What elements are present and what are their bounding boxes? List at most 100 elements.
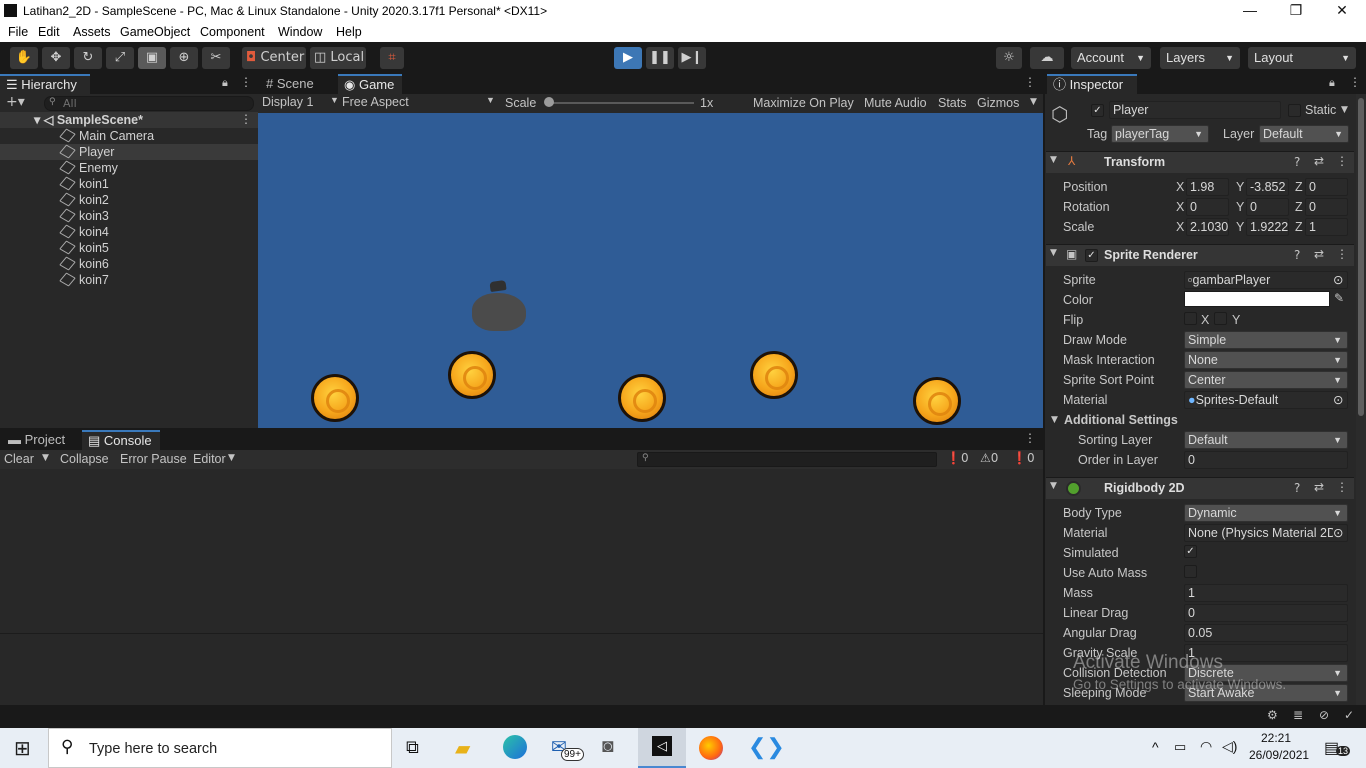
tab-console[interactable]: ▤ Console <box>82 430 160 450</box>
additional-settings-label[interactable]: Additional Settings <box>1064 413 1178 427</box>
static-checkbox[interactable] <box>1288 104 1301 117</box>
display-dropdown[interactable]: Display 1 ▼ <box>262 95 340 112</box>
hierarchy-item[interactable]: koin7 <box>59 272 109 288</box>
static-dropdown-icon[interactable]: ▼ <box>1341 105 1348 115</box>
lock-icon[interactable]: 🔒︎ <box>222 76 228 90</box>
show-hidden-icons[interactable]: ^ <box>1152 739 1159 755</box>
menu-assets[interactable]: Assets <box>73 25 111 39</box>
console-search-input[interactable]: ⚲ <box>637 452 937 467</box>
flip-x-checkbox[interactable] <box>1184 312 1197 325</box>
tab-inspector[interactable]: ⓘ Inspector <box>1047 74 1137 94</box>
scale-slider-track[interactable] <box>548 102 694 104</box>
clock-time[interactable]: 22:21 <box>1261 731 1291 745</box>
rotate-tool-icon[interactable]: ↻ <box>74 47 102 69</box>
error-count[interactable]: ❗0 <box>1012 451 1035 465</box>
kebab-menu-icon[interactable]: ⋮ <box>1349 75 1361 89</box>
vscode-icon[interactable]: ❮❯ <box>748 734 785 760</box>
game-viewport[interactable] <box>258 113 1043 428</box>
grid-snap-icon[interactable]: ⌗ <box>380 47 404 69</box>
scene-item[interactable]: ▾ ◁ SampleScene* <box>34 112 143 128</box>
console-menu-icon[interactable]: ⋮ <box>1024 431 1036 445</box>
tab-game[interactable]: ◉ Game <box>338 74 402 94</box>
rotation-y-field[interactable]: 0 <box>1246 198 1289 216</box>
cache-server-icon[interactable]: ≣ <box>1293 708 1303 722</box>
scale-tool-icon[interactable]: ⤢ <box>106 47 134 69</box>
cloud-icon[interactable]: ☁ <box>1030 47 1064 69</box>
add-icon[interactable]: +▾ <box>6 94 25 110</box>
presets-icon[interactable]: ⇄ <box>1314 154 1324 168</box>
menu-edit[interactable]: Edit <box>38 25 60 39</box>
stats-toggle[interactable]: Stats <box>938 96 967 110</box>
order-in-layer-field[interactable]: 0 <box>1184 451 1348 469</box>
gizmos-toggle[interactable]: Gizmos <box>977 96 1019 110</box>
eyedropper-icon[interactable]: ✎ <box>1334 291 1344 305</box>
position-z-field[interactable]: 0 <box>1305 178 1348 196</box>
transform-header[interactable]: ▼ ⅄ Transform ? ⇄ ⋮ <box>1046 151 1354 173</box>
object-picker-icon[interactable]: ⊙ <box>1333 272 1343 288</box>
minimize-button[interactable]: — <box>1235 2 1265 18</box>
menu-help[interactable]: Help <box>336 25 362 39</box>
collapse-toggle[interactable]: Collapse <box>60 452 109 466</box>
sorting-layer-dropdown[interactable]: Default ▼ <box>1184 431 1348 449</box>
play-button[interactable]: ▶ <box>614 47 642 69</box>
sprite-field[interactable]: ▫gambarPlayer ⊙ <box>1184 271 1348 289</box>
move-tool-icon[interactable]: ✥ <box>42 47 70 69</box>
mute-audio-toggle[interactable]: Mute Audio <box>864 96 927 110</box>
pause-button[interactable]: ❚❚ <box>646 47 674 69</box>
scrollbar-thumb[interactable] <box>1358 98 1364 416</box>
component-menu-icon[interactable]: ⋮ <box>1336 247 1348 261</box>
rotation-z-field[interactable]: 0 <box>1305 198 1348 216</box>
console-log-area[interactable] <box>0 469 1043 705</box>
presets-icon[interactable]: ⇄ <box>1314 480 1324 494</box>
game-menu-icon[interactable]: ⋮ <box>1024 75 1036 89</box>
rotation-x-field[interactable]: 0 <box>1186 198 1229 216</box>
position-y-field[interactable]: -3.852 <box>1246 178 1289 196</box>
unity-taskbar-button[interactable]: ◁ <box>638 728 686 768</box>
pivot-center-toggle[interactable]: ◘ Center <box>242 47 306 69</box>
scene-menu-icon[interactable]: ⋮ <box>240 112 252 126</box>
file-explorer-icon[interactable]: ▰ <box>455 736 470 761</box>
hierarchy-item[interactable]: koin3 <box>59 208 109 224</box>
expand-icon[interactable]: ▼ <box>1050 481 1057 491</box>
object-picker-icon[interactable]: ⊙ <box>1333 392 1343 408</box>
hand-tool-icon[interactable]: ✋ <box>10 47 38 69</box>
mail-icon[interactable]: ✉ 99+ <box>551 736 587 762</box>
editor-dropdown[interactable]: Editor <box>193 452 226 466</box>
scale-y-field[interactable]: 1.9222 <box>1246 218 1289 236</box>
position-x-field[interactable]: 1.98 <box>1186 178 1229 196</box>
wifi-icon[interactable]: ◠ <box>1200 738 1212 755</box>
menu-component[interactable]: Component <box>200 25 265 39</box>
hierarchy-item[interactable]: koin6 <box>59 256 109 272</box>
inspector-scrollbar[interactable] <box>1356 94 1366 705</box>
menu-file[interactable]: File <box>8 25 28 39</box>
collab-icon[interactable]: ☼ <box>996 47 1022 69</box>
hierarchy-item[interactable]: koin1 <box>59 176 109 192</box>
component-menu-icon[interactable]: ⋮ <box>1336 154 1348 168</box>
hierarchy-item[interactable]: koin4 <box>59 224 109 240</box>
progress-check-icon[interactable]: ✓ <box>1344 708 1354 722</box>
custom-tool-icon[interactable]: ✂ <box>202 47 230 69</box>
help-icon[interactable]: ? <box>1294 481 1300 495</box>
hierarchy-item[interactable]: Enemy <box>59 160 118 176</box>
volume-icon[interactable]: ◁) <box>1222 738 1237 755</box>
component-menu-icon[interactable]: ⋮ <box>1336 480 1348 494</box>
mass-field[interactable]: 1 <box>1184 584 1348 602</box>
hierarchy-item[interactable]: koin2 <box>59 192 109 208</box>
expand-icon[interactable]: ▼ <box>1050 248 1057 258</box>
tab-hierarchy[interactable]: ☰ Hierarchy <box>0 74 90 94</box>
camera-icon[interactable]: ◙ <box>602 736 613 758</box>
tab-project[interactable]: ▬ Project <box>2 430 78 450</box>
mask-interaction-dropdown[interactable]: None ▼ <box>1184 351 1348 369</box>
layout-dropdown[interactable]: Layout ▼ <box>1248 47 1356 69</box>
expand-icon[interactable]: ▼ <box>1051 415 1058 425</box>
sprite-renderer-header[interactable]: ▼ ▣ ✓ Sprite Renderer ? ⇄ ⋮ <box>1046 244 1354 266</box>
presets-icon[interactable]: ⇄ <box>1314 247 1324 261</box>
hierarchy-search-input[interactable]: ⚲ All <box>44 96 254 111</box>
clock-date[interactable]: 26/09/2021 <box>1249 748 1309 762</box>
scale-slider-handle[interactable] <box>544 97 554 107</box>
debug-mode-icon[interactable]: ⊘ <box>1319 708 1329 722</box>
hierarchy-item-player[interactable]: Player <box>59 144 114 160</box>
use-auto-mass-checkbox[interactable] <box>1184 565 1197 578</box>
aspect-dropdown[interactable]: Free Aspect ▼ <box>342 95 498 112</box>
color-swatch[interactable] <box>1184 291 1330 307</box>
